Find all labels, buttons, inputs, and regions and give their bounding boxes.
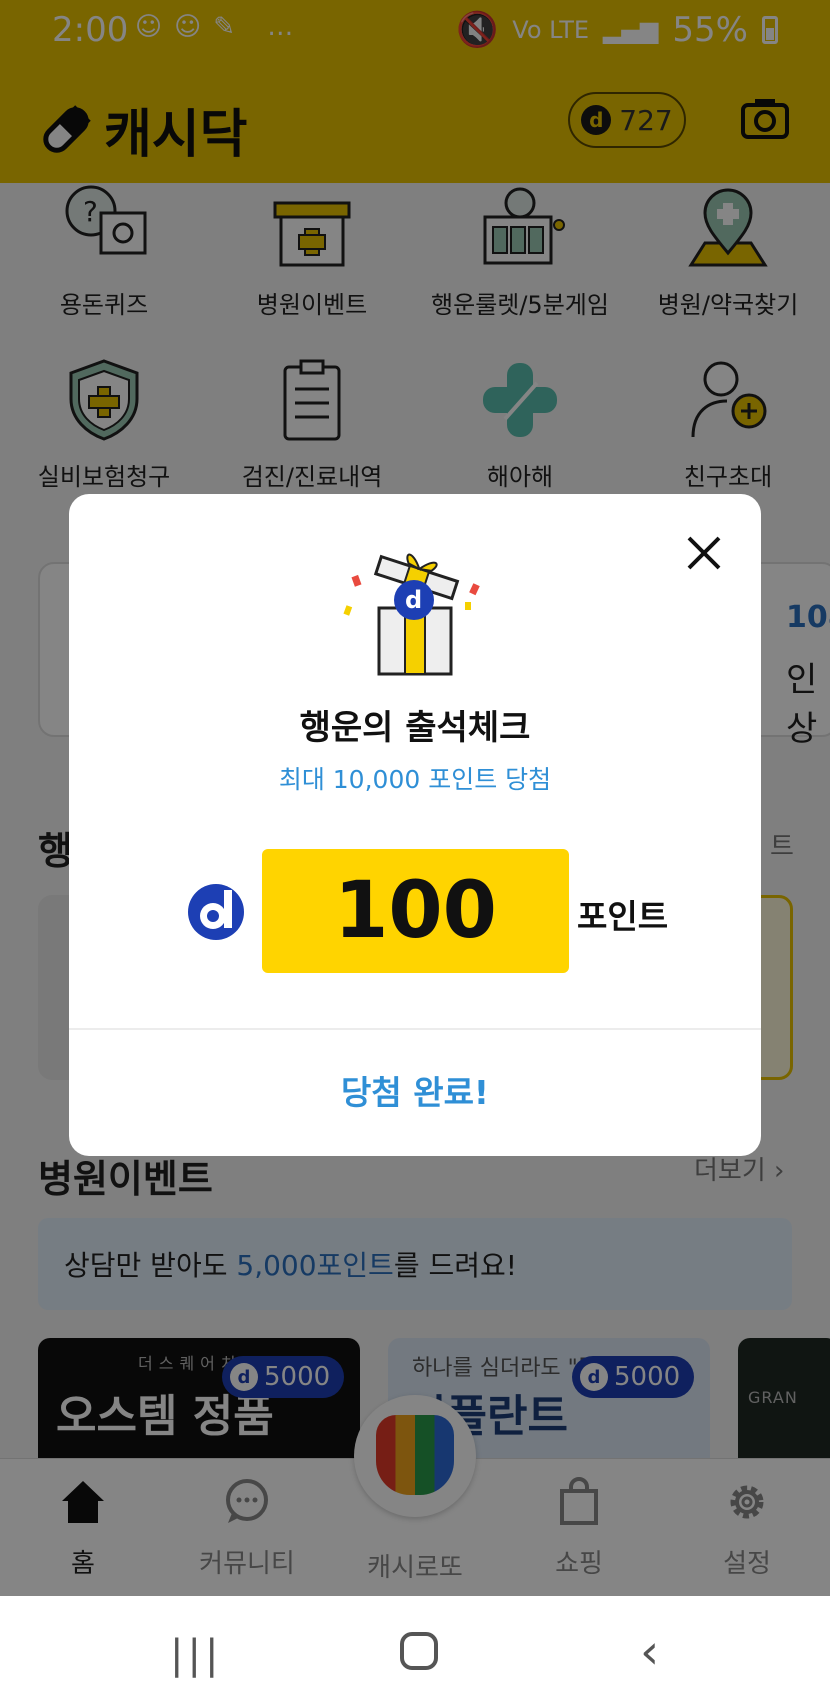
recent-apps-icon[interactable]: |||	[170, 1632, 222, 1678]
d-coin-icon	[188, 884, 244, 940]
points-value: 100	[262, 849, 569, 973]
svg-text:d: d	[405, 586, 422, 614]
modal-subtitle: 최대 10,000 포인트 당첨	[278, 765, 552, 794]
close-icon[interactable]	[681, 530, 727, 576]
confirm-button[interactable]: 당첨 완료!	[69, 1030, 761, 1156]
system-nav-bar: ||| ‹	[0, 1596, 830, 1706]
gift-box-icon: d	[343, 553, 480, 676]
back-icon[interactable]: ‹	[640, 1624, 659, 1680]
modal-title: 행운의 출석체크	[299, 708, 531, 748]
points-unit: 포인트	[577, 897, 669, 936]
system-home-icon[interactable]	[400, 1632, 438, 1670]
attendance-modal: d 행운의 출석체크 최대 10,000 포인트 당첨 100 포인트 당첨 완…	[69, 494, 761, 1156]
